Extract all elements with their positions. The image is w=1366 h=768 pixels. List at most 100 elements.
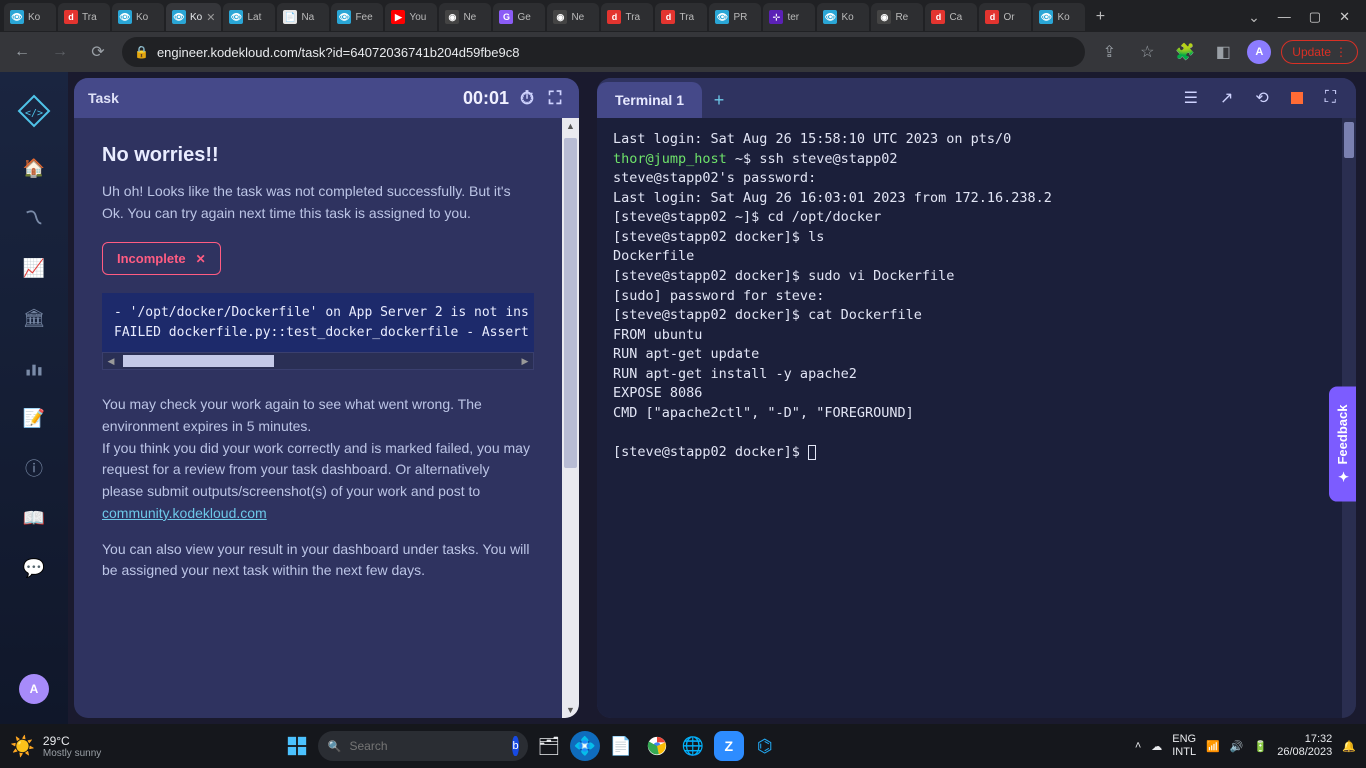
window-maximize[interactable]: ▢ (1309, 9, 1321, 25)
share-icon[interactable]: ⇪ (1095, 38, 1123, 66)
notes-icon[interactable]: 📝 (20, 404, 48, 432)
task-vscrollbar[interactable]: ▲ ▼ (562, 118, 579, 718)
window-close[interactable]: ✕ (1339, 9, 1350, 25)
edge-icon[interactable]: 🌐 (678, 731, 708, 761)
browser-tab[interactable]: dTra (601, 3, 653, 31)
sidepanel-icon[interactable]: ◧ (1209, 38, 1237, 66)
taskbar-search[interactable]: 🔍 b (318, 731, 528, 761)
profile-avatar[interactable]: A (1247, 40, 1271, 64)
browser-tab[interactable]: 👁Ko (1033, 3, 1085, 31)
battery-icon[interactable]: 🔋 (1254, 740, 1268, 753)
terminal-body[interactable]: Last login: Sat Aug 26 15:58:10 UTC 2023… (597, 118, 1356, 718)
hamburger-icon[interactable]: ☰ (1184, 88, 1198, 108)
bing-icon[interactable]: b (512, 736, 518, 756)
terminal-fullscreen-icon[interactable]: ⛶ (1325, 89, 1336, 107)
tab-label: Ko (1057, 12, 1069, 23)
error-output: - '/opt/docker/Dockerfile' on App Server… (102, 293, 534, 352)
task-panel: Task 00:01 ⏱ ⛶ No worries!! Uh oh! Looks… (74, 78, 579, 718)
browser-tab[interactable]: 👁Ko (112, 3, 164, 31)
open-external-icon[interactable]: ↗ (1220, 88, 1233, 108)
vscroll-thumb[interactable] (564, 138, 577, 468)
terminal-tab-1[interactable]: Terminal 1 (597, 82, 702, 118)
terminal-vscroll-thumb[interactable] (1344, 122, 1354, 158)
browser-tab[interactable]: GGe (493, 3, 545, 31)
app-logo[interactable]: </> (13, 90, 55, 132)
favicon-icon: 👁 (715, 10, 729, 24)
file-icon[interactable]: 📄 (606, 731, 636, 761)
nav-reload[interactable]: ⟳ (84, 38, 112, 66)
tab-label: Tra (679, 12, 694, 23)
growth-icon[interactable]: 📈 (20, 254, 48, 282)
home-icon[interactable]: 🏠 (20, 154, 48, 182)
browser-tab[interactable]: 👁PR (709, 3, 761, 31)
book-icon[interactable]: 📖 (20, 504, 48, 532)
extensions-icon[interactable]: 🧩 (1171, 38, 1199, 66)
bookmark-icon[interactable]: ☆ (1133, 38, 1161, 66)
tab-label: Lat (247, 12, 261, 23)
tab-overflow-chevron[interactable]: ⌄ (1248, 9, 1260, 26)
tray-chevron[interactable]: ˄ (1135, 740, 1141, 752)
volume-icon[interactable]: 🔊 (1230, 740, 1244, 753)
browser-tab[interactable]: 👁Lat (223, 3, 275, 31)
search-input[interactable] (349, 739, 504, 753)
copilot-icon[interactable]: 💠 (570, 731, 600, 761)
onedrive-icon[interactable]: ☁ (1151, 740, 1162, 753)
weather-widget[interactable]: ☀️ 29°C Mostly sunny (10, 734, 101, 759)
task-scroll-area[interactable]: No worries!! Uh oh! Looks like the task … (74, 118, 562, 718)
x-icon: ✕ (196, 252, 206, 266)
notifications-icon[interactable]: 🔔 (1342, 740, 1356, 753)
terminal-add-tab[interactable]: + (702, 82, 736, 118)
browser-tab[interactable]: dTra (655, 3, 707, 31)
start-button[interactable] (282, 731, 312, 761)
leaderboard-icon[interactable] (20, 354, 48, 382)
tab-label: Fee (355, 12, 372, 23)
scroll-right-arrow[interactable]: ▶ (517, 353, 533, 369)
wifi-icon[interactable]: 📶 (1206, 740, 1220, 753)
feedback-tab[interactable]: ✦ Feedback (1329, 387, 1356, 502)
info-icon[interactable]: ⓘ (20, 454, 48, 482)
browser-tab[interactable]: 📄Na (277, 3, 329, 31)
scroll-up-arrow[interactable]: ▲ (562, 118, 579, 134)
path-icon[interactable] (20, 204, 48, 232)
browser-tab[interactable]: dTra (58, 3, 110, 31)
forum-icon[interactable]: 💬 (20, 554, 48, 582)
browser-tab[interactable]: 👁Ko (4, 3, 56, 31)
scroll-down-arrow[interactable]: ▼ (562, 702, 579, 718)
chrome-icon[interactable] (642, 731, 672, 761)
browser-tab[interactable]: ⊹ter (763, 3, 815, 31)
browser-tab[interactable]: 👁Fee (331, 3, 383, 31)
scroll-left-arrow[interactable]: ◀ (103, 353, 119, 369)
nav-forward[interactable]: → (46, 38, 74, 66)
fullscreen-icon[interactable]: ⛶ (545, 88, 565, 108)
tab-close-icon[interactable]: ✕ (206, 11, 215, 24)
favicon-icon: 📄 (283, 10, 297, 24)
browser-tab[interactable]: dCa (925, 3, 977, 31)
task-view-icon[interactable]: 🗂 (534, 731, 564, 761)
update-button[interactable]: Update ⋮ (1281, 40, 1358, 64)
clock[interactable]: 17:32 26/08/2023 (1277, 733, 1332, 758)
sidebar-avatar[interactable]: A (19, 674, 49, 704)
stop-button[interactable] (1291, 92, 1303, 104)
browser-tab[interactable]: ▶You (385, 3, 437, 31)
browser-tab[interactable]: 👁Ko (817, 3, 869, 31)
browser-tab[interactable]: ◉Ne (439, 3, 491, 31)
language-indicator[interactable]: ENG INTL (1172, 733, 1196, 758)
address-bar[interactable]: 🔒 engineer.kodekloud.com/task?id=6407203… (122, 37, 1085, 67)
browser-tab[interactable]: 👁Ko✕ (166, 3, 221, 31)
hscroll-thumb[interactable] (123, 355, 274, 367)
zoom-icon[interactable]: Z (714, 731, 744, 761)
nav-back[interactable]: ← (8, 38, 36, 66)
browser-tab[interactable]: ◉Ne (547, 3, 599, 31)
error-hscrollbar[interactable]: ◀ ▶ (102, 352, 534, 370)
restore-icon[interactable]: ⟲ (1255, 88, 1268, 108)
favicon-icon: G (499, 10, 513, 24)
fortress-icon[interactable]: 🏛 (20, 304, 48, 332)
vscode-icon[interactable]: ⌬ (750, 731, 780, 761)
tab-label: ter (787, 12, 799, 23)
community-link[interactable]: community.kodekloud.com (102, 505, 267, 521)
window-minimize[interactable]: — (1278, 9, 1291, 25)
browser-tab[interactable]: dOr (979, 3, 1031, 31)
app-sidebar: </> 🏠 📈 🏛 📝 ⓘ 📖 💬 A (0, 72, 68, 724)
browser-tab[interactable]: ◉Re (871, 3, 923, 31)
new-tab-button[interactable]: + (1087, 4, 1113, 30)
